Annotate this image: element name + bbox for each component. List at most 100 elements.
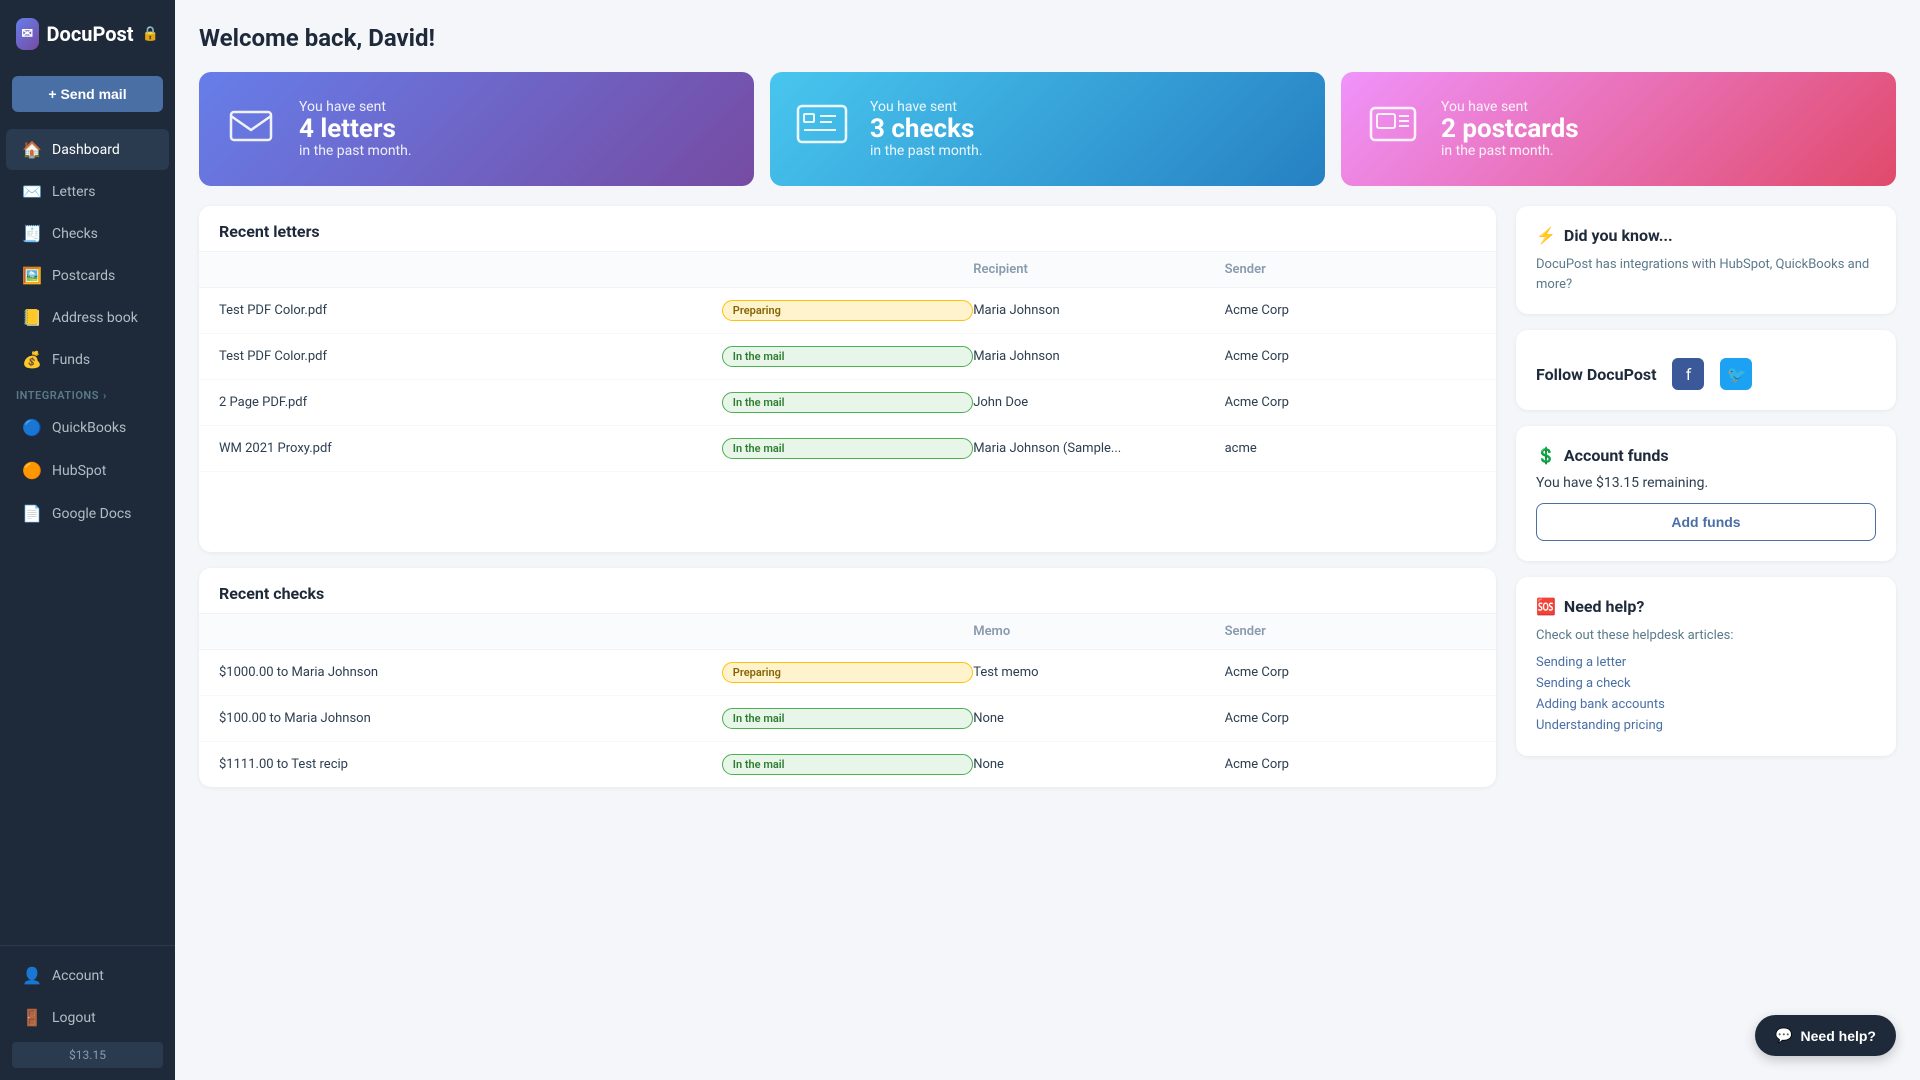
content-grid: Recent letters Recipient Sender Test PDF…: [199, 206, 1896, 787]
did-you-know-title: ⚡ Did you know...: [1536, 226, 1876, 245]
account-icon: 👤: [22, 966, 42, 985]
sidebar-item-label: Funds: [52, 352, 90, 368]
sender: acme: [1225, 441, 1476, 456]
letters-count: 4 letters: [299, 115, 412, 144]
help-article[interactable]: Understanding pricing: [1536, 715, 1876, 736]
sidebar-item-address-book[interactable]: 📒 Address book: [6, 297, 169, 338]
help-article[interactable]: Sending a check: [1536, 673, 1876, 694]
sidebar-item-logout[interactable]: 🚪 Logout: [6, 997, 169, 1038]
checks-stat-icon: [794, 96, 850, 162]
send-mail-button[interactable]: + Send mail: [12, 76, 163, 112]
table-row[interactable]: 2 Page PDF.pdf In the mail John Doe Acme…: [199, 380, 1496, 426]
logo: ✉ DocuPost 🔒: [0, 0, 175, 68]
sidebar-item-dashboard[interactable]: 🏠 Dashboard: [6, 129, 169, 170]
sender: Acme Corp: [1225, 665, 1476, 680]
postcards-stat-icon: [1365, 96, 1421, 162]
memo: None: [973, 711, 1224, 726]
address-book-icon: 📒: [22, 308, 42, 327]
sidebar-item-account[interactable]: 👤 Account: [6, 955, 169, 996]
social-row: Follow DocuPost f 🐦: [1536, 358, 1876, 390]
table-row[interactable]: Test PDF Color.pdf In the mail Maria Joh…: [199, 334, 1496, 380]
account-funds-card: 💲 Account funds You have $13.15 remainin…: [1516, 426, 1896, 561]
memo: None: [973, 757, 1224, 772]
google-docs-icon: 📄: [22, 504, 42, 523]
postcards-count: 2 postcards: [1441, 115, 1579, 144]
sidebar-item-postcards[interactable]: 🖼️ Postcards: [6, 255, 169, 296]
recent-letters-card: Recent letters Recipient Sender Test PDF…: [199, 206, 1496, 552]
sender: Acme Corp: [1225, 395, 1476, 410]
sidebar-item-letters[interactable]: ✉️ Letters: [6, 171, 169, 212]
quickbooks-icon: 🔵: [22, 418, 42, 437]
sidebar-bottom: 👤 Account 🚪 Logout $13.15: [0, 945, 175, 1080]
sidebar-item-hubspot[interactable]: 🟠 HubSpot: [6, 450, 169, 491]
recipient: Maria Johnson: [973, 349, 1224, 364]
facebook-icon[interactable]: f: [1672, 358, 1704, 390]
table-row[interactable]: WM 2021 Proxy.pdf In the mail Maria John…: [199, 426, 1496, 472]
check-name: $1111.00 to Test recip: [219, 757, 722, 772]
chat-button[interactable]: 💬 Need help?: [1755, 1015, 1896, 1056]
main-content: Welcome back, David! You have sent 4 let…: [175, 0, 1920, 1080]
help-article[interactable]: Sending a letter: [1536, 652, 1876, 673]
chevron-right-icon: ›: [103, 389, 107, 402]
table-row[interactable]: $1111.00 to Test recip In the mail None …: [199, 742, 1496, 787]
sidebar-item-label: HubSpot: [52, 463, 106, 479]
sidebar-item-label: Checks: [52, 226, 98, 242]
status-badge: In the mail: [722, 392, 973, 413]
status-badge: Preparing: [722, 662, 973, 683]
col-header-sender: Sender: [1225, 624, 1476, 639]
left-column: Recent letters Recipient Sender Test PDF…: [199, 206, 1496, 787]
sender: Acme Corp: [1225, 711, 1476, 726]
lightning-icon: ⚡: [1536, 226, 1556, 245]
dashboard-icon: 🏠: [22, 140, 42, 159]
recent-letters-header: Recent letters: [199, 206, 1496, 252]
add-funds-button[interactable]: Add funds: [1536, 503, 1876, 541]
sidebar-item-label: Letters: [52, 184, 96, 200]
sidebar: ✉ DocuPost 🔒 + Send mail 🏠 Dashboard ✉️ …: [0, 0, 175, 1080]
letter-name: Test PDF Color.pdf: [219, 349, 722, 364]
sender: Acme Corp: [1225, 349, 1476, 364]
sidebar-item-google-docs[interactable]: 📄 Google Docs: [6, 493, 169, 534]
table-row[interactable]: $100.00 to Maria Johnson In the mail Non…: [199, 696, 1496, 742]
checks-count: 3 checks: [870, 115, 983, 144]
postcards-stat-text: You have sent 2 postcards in the past mo…: [1441, 99, 1579, 160]
status-badge: In the mail: [722, 438, 973, 459]
postcards-prefix: You have sent: [1441, 99, 1579, 115]
did-you-know-card: ⚡ Did you know... DocuPost has integrati…: [1516, 206, 1896, 314]
logout-icon: 🚪: [22, 1008, 42, 1027]
check-name: $100.00 to Maria Johnson: [219, 711, 722, 726]
sidebar-item-label: Google Docs: [52, 506, 131, 522]
lock-icon: 🔒: [142, 26, 159, 42]
sender: Acme Corp: [1225, 303, 1476, 318]
recipient: Maria Johnson (Sample...: [973, 441, 1224, 456]
letter-name: WM 2021 Proxy.pdf: [219, 441, 722, 456]
sidebar-item-checks[interactable]: 🧾 Checks: [6, 213, 169, 254]
table-row[interactable]: Test PDF Color.pdf Preparing Maria Johns…: [199, 288, 1496, 334]
follow-label: Follow DocuPost: [1536, 365, 1656, 384]
letters-stat-text: You have sent 4 letters in the past mont…: [299, 99, 412, 160]
twitter-icon[interactable]: 🐦: [1720, 358, 1752, 390]
check-name: $1000.00 to Maria Johnson: [219, 665, 722, 680]
sidebar-item-quickbooks[interactable]: 🔵 QuickBooks: [6, 407, 169, 448]
table-row[interactable]: $1000.00 to Maria Johnson Preparing Test…: [199, 650, 1496, 696]
col-header-name: [219, 624, 722, 639]
checks-col-headers: Memo Sender: [199, 614, 1496, 650]
account-funds-title: 💲 Account funds: [1536, 446, 1876, 465]
chat-icon: 💬: [1775, 1027, 1792, 1044]
sidebar-item-label: Address book: [52, 310, 138, 326]
status-badge: In the mail: [722, 708, 973, 729]
letters-stat-icon: [223, 96, 279, 162]
help-intro: Check out these helpdesk articles:: [1536, 626, 1876, 646]
letters-col-headers: Recipient Sender: [199, 252, 1496, 288]
logo-icon: ✉: [16, 18, 39, 50]
recipient: John Doe: [973, 395, 1224, 410]
sidebar-item-funds[interactable]: 💰 Funds: [6, 339, 169, 380]
help-icon: 🆘: [1536, 597, 1556, 616]
letter-name: Test PDF Color.pdf: [219, 303, 722, 318]
funds-icon: 💰: [22, 350, 42, 369]
col-header-recipient: Recipient: [973, 262, 1224, 277]
dollar-icon: 💲: [1536, 446, 1556, 465]
status-badge: In the mail: [722, 754, 973, 775]
help-article[interactable]: Adding bank accounts: [1536, 694, 1876, 715]
status-badge: Preparing: [722, 300, 973, 321]
checks-stat-card: You have sent 3 checks in the past month…: [770, 72, 1325, 186]
